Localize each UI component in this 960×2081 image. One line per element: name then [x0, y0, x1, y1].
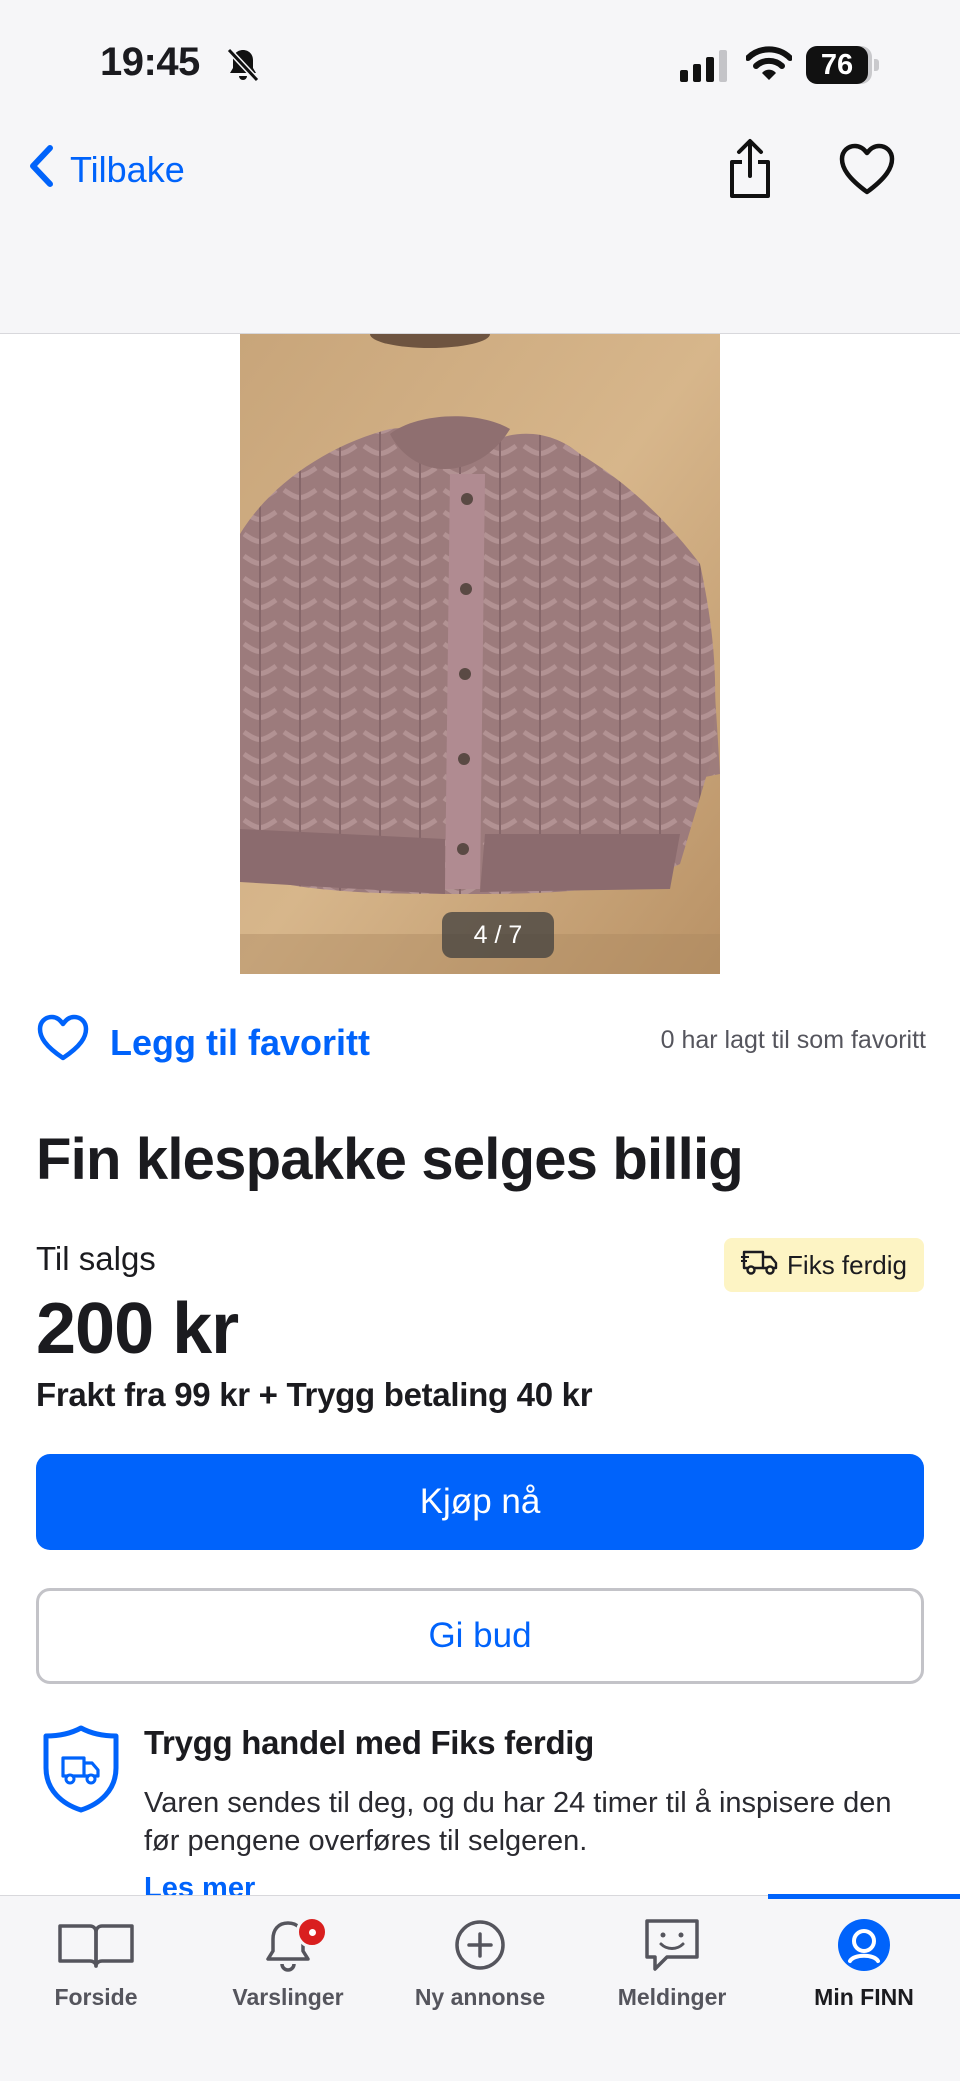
signal-icon [680, 50, 730, 82]
tab-label: Min FINN [814, 1984, 914, 2010]
buy-now-button[interactable]: Kjøp nå [36, 1454, 924, 1550]
notification-badge [296, 1916, 328, 1948]
safe-trade-title: Trygg handel med Fiks ferdig [144, 1724, 595, 1761]
favorite-row: Legg til favoritt 0 har lagt til som fav… [36, 1010, 926, 1074]
status-time: 19:45 [100, 40, 200, 84]
chat-icon [632, 1912, 712, 1978]
image-gallery[interactable]: 4 / 7 [0, 334, 960, 976]
share-button[interactable] [726, 138, 774, 200]
tab-min-finn[interactable]: Min FINN [768, 1896, 960, 2016]
fiks-ferdig-badge: Fiks ferdig [724, 1238, 924, 1292]
back-label: Tilbake [70, 149, 185, 190]
delivery-truck-icon [741, 1247, 779, 1284]
sale-status: Til salgs [36, 1240, 156, 1277]
image-counter: 4 / 7 [442, 912, 554, 958]
top-bar: 19:45 76 Tilbake [0, 0, 960, 334]
add-favorite-label: Legg til favoritt [110, 1021, 370, 1063]
back-button[interactable]: Tilbake [26, 140, 185, 200]
tab-label: Meldinger [617, 1984, 727, 2010]
profile-icon [824, 1912, 904, 1978]
shield-truck-icon [40, 1724, 122, 1814]
shipping-info: Frakt fra 99 kr + Trygg betaling 40 kr [36, 1376, 593, 1413]
tab-varslinger[interactable]: Varslinger [192, 1896, 384, 2016]
tab-label: Varslinger [232, 1984, 344, 2010]
favorite-top-button[interactable] [838, 142, 896, 196]
battery-nub [874, 59, 879, 71]
book-icon [56, 1912, 136, 1978]
tab-forside[interactable]: Forside [0, 1896, 192, 2016]
wifi-icon [745, 46, 793, 82]
listing-photo[interactable] [240, 334, 720, 974]
tab-label: Forside [54, 1984, 138, 2010]
add-favorite-button[interactable]: Legg til favoritt [36, 1014, 370, 1071]
heart-outline-icon [838, 143, 896, 200]
bell-icon [248, 1912, 328, 1978]
share-icon [726, 139, 774, 204]
status-bar: 19:45 76 [0, 0, 960, 120]
tab-ny-annonse[interactable]: Ny annonse [384, 1896, 576, 2016]
badge-label: Fiks ferdig [787, 1249, 907, 1280]
bottom-tab-bar: Forside Varslinger Ny annonse Meldinger … [0, 1894, 960, 2081]
listing-price: 200 kr [36, 1289, 239, 1369]
heart-outline-icon [36, 1014, 90, 1071]
bell-off-icon [224, 46, 262, 84]
tab-label: Ny annonse [414, 1984, 546, 2010]
plus-circle-icon [440, 1912, 520, 1978]
favorite-count: 0 har lagt til som favoritt [660, 1026, 926, 1054]
tab-meldinger[interactable]: Meldinger [576, 1896, 768, 2016]
battery-icon: 76 [806, 46, 879, 84]
listing-title: Fin klespakke selges billig [36, 1127, 744, 1192]
make-bid-button[interactable]: Gi bud [36, 1588, 924, 1684]
safe-trade-text: Varen sendes til deg, og du har 24 timer… [144, 1787, 892, 1857]
chevron-left-icon [26, 142, 56, 199]
battery-level: 76 [806, 46, 868, 84]
